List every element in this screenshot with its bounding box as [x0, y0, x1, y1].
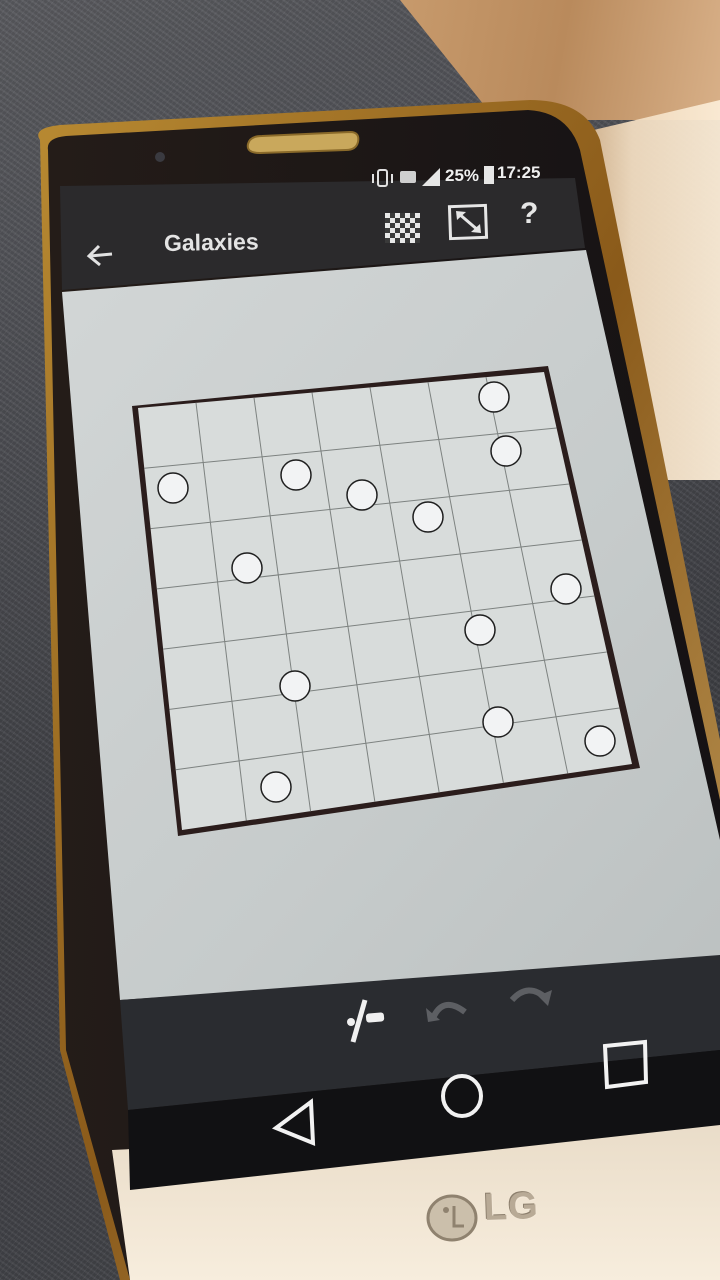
photo-scene: 25% 17:25 Galaxies ? LG	[0, 0, 720, 1280]
